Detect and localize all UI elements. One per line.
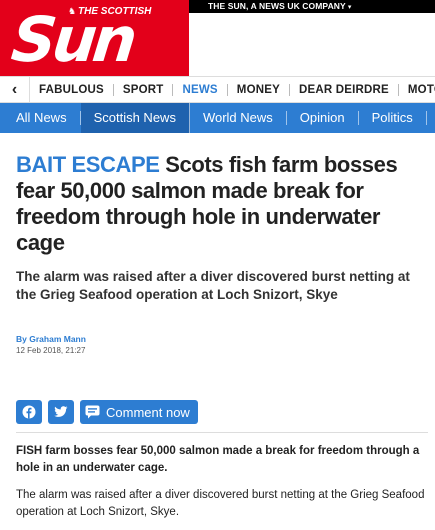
comment-now-button[interactable]: Comment now [80,400,198,424]
subnav-item-all-news[interactable]: All News [0,111,81,125]
subnav-item-politics[interactable]: Politics [359,111,427,125]
masthead: THE SUN, A NEWS UK COMPANY ▾ ♞ THE SCOTTI… [0,0,435,76]
article-paragraph: The alarm was raised after a diver disco… [16,489,425,518]
article-body: FISH farm bosses fear 50,000 salmon made… [16,443,430,521]
secondary-nav: All News Scottish News World News Opinio… [0,103,435,133]
logo-wordmark: Sun [8,3,137,76]
nav-item-fabulous[interactable]: FABULOUS [30,83,114,96]
article-headline: BAIT ESCAPE Scots fish farm bosses fear … [16,152,429,256]
chevron-left-icon[interactable]: ‹ [0,77,30,102]
nav-item-news[interactable]: NEWS [173,83,228,96]
facebook-share-button[interactable] [16,400,42,424]
headline-kicker: BAIT ESCAPE [16,152,160,177]
site-logo[interactable]: ♞ THE SCOTTISH Sun [0,0,189,76]
nav-item-dear-deirdre[interactable]: DEAR DEIRDRE [290,83,399,96]
subnav-item-opinion[interactable]: Opinion [287,111,359,125]
article-standfirst: The alarm was raised after a diver disco… [16,269,410,302]
twitter-icon [54,406,68,417]
twitter-share-button[interactable] [48,400,74,424]
subnav-item-truncated[interactable]: H [427,111,435,125]
subnav-item-world-news[interactable]: World News [190,111,287,125]
primary-nav: ‹ FABULOUS SPORT NEWS MONEY DEAR DEIRDRE… [0,76,435,103]
subnav-item-scottish-news[interactable]: Scottish News [80,103,190,133]
facebook-icon [22,405,36,419]
divider [16,432,428,433]
comment-now-label: Comment now [106,404,190,420]
caret-down-icon: ▾ [347,4,352,11]
author-link[interactable]: Graham Mann [29,334,86,344]
article-paragraph-lead: FISH farm bosses fear 50,000 salmon made… [16,445,420,474]
share-bar: Comment now [16,400,198,424]
comment-bubble-icon [85,405,100,419]
byline: By Graham Mann [16,334,429,344]
publish-timestamp: 12 Feb 2018, 21:27 [16,346,86,355]
nav-item-motors[interactable]: MOTORS [399,84,435,96]
byline-prefix: By [16,334,27,344]
article-header: BAIT ESCAPE Scots fish farm bosses fear … [0,152,435,355]
nav-item-sport[interactable]: SPORT [114,83,174,96]
company-menu[interactable]: THE SUN, A NEWS UK COMPANY ▾ [208,1,351,11]
nav-item-money[interactable]: MONEY [228,83,290,96]
